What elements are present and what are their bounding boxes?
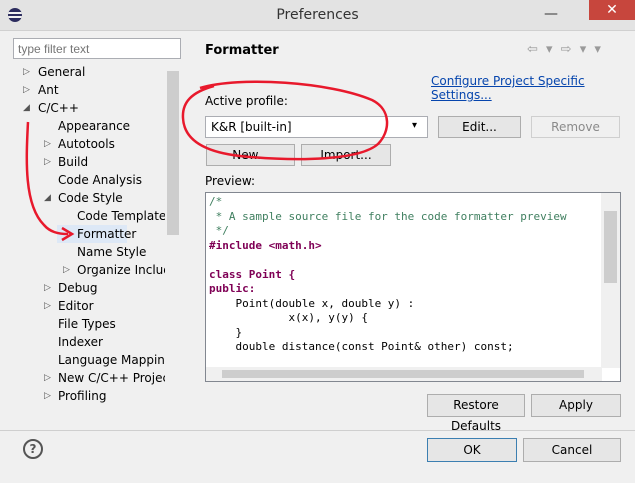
tree-item-ant[interactable]: Ant	[38, 81, 59, 99]
window-title: Preferences	[276, 7, 359, 23]
code-preview[interactable]: /* * A sample source file for the code f…	[205, 192, 621, 382]
expand-editor-icon[interactable]: ▷	[44, 297, 51, 315]
import-button[interactable]: Import...	[301, 144, 391, 166]
collapse-code-style-icon[interactable]: ◢	[44, 189, 51, 207]
tree-item-appearance[interactable]: Appearance	[58, 117, 130, 135]
expand-general-icon[interactable]: ▷	[23, 63, 30, 81]
tree-item-general[interactable]: General	[38, 63, 85, 81]
new-profile-button[interactable]: New...	[206, 144, 295, 166]
preview-vertical-scrollbar-thumb[interactable]	[604, 211, 617, 283]
tree-item-code-analysis[interactable]: Code Analysis	[58, 171, 142, 189]
tree-item-build[interactable]: Build	[58, 153, 88, 171]
help-icon[interactable]: ?	[23, 439, 43, 459]
tree-item-new-cpp-project[interactable]: New C/C++ Project	[58, 369, 174, 387]
active-profile-select[interactable]: K&R [built-in]	[205, 116, 428, 138]
active-profile-label: Active profile:	[205, 94, 288, 108]
tree-item-debug[interactable]: Debug	[58, 279, 97, 297]
edit-button[interactable]: Edit...	[438, 116, 521, 138]
cancel-button[interactable]: Cancel	[523, 438, 621, 462]
expand-new-project-icon[interactable]: ▷	[44, 369, 51, 387]
close-button[interactable]: ✕	[589, 0, 635, 20]
tree-item-autotools[interactable]: Autotools	[58, 135, 115, 153]
page-title: Formatter	[205, 43, 279, 58]
code-line: #include <math.h>	[209, 238, 322, 252]
code-line: /*	[209, 195, 223, 208]
tree-item-profiling[interactable]: Profiling	[58, 387, 107, 405]
configure-project-settings-link[interactable]: Configure Project Specific Settings...	[431, 74, 635, 102]
collapse-cpp-icon[interactable]: ◢	[23, 99, 30, 117]
expand-debug-icon[interactable]: ▷	[44, 279, 51, 297]
code-line: public:	[209, 282, 256, 295]
chevron-down-icon[interactable]: ▾	[412, 120, 417, 131]
tree-item-language-mappings[interactable]: Language Mappings	[58, 351, 179, 369]
tree-scrollbar-thumb[interactable]	[167, 71, 179, 235]
code-line: Point(double x, double y) :	[209, 296, 415, 310]
code-line: class Point {	[209, 267, 296, 281]
code-line: x(x), y(y) {	[209, 311, 368, 324]
tree-item-indexer[interactable]: Indexer	[58, 333, 103, 351]
ok-button[interactable]: OK	[427, 438, 517, 462]
preview-label: Preview:	[205, 174, 256, 188]
expand-build-icon[interactable]: ▷	[44, 153, 51, 171]
expand-organize-includes-icon[interactable]: ▷	[63, 261, 70, 279]
tree-item-cpp[interactable]: C/C++	[38, 99, 79, 117]
code-line: * A sample source file for the code form…	[209, 209, 567, 223]
restore-defaults-button[interactable]: Restore Defaults	[427, 394, 525, 433]
tree-item-code-templates[interactable]: Code Templates	[77, 207, 173, 225]
apply-button[interactable]: Apply	[531, 394, 621, 417]
filter-input[interactable]	[13, 38, 181, 59]
minimize-button[interactable]: —	[541, 7, 561, 21]
expand-profiling-icon[interactable]: ▷	[44, 387, 51, 405]
remove-button[interactable]: Remove	[531, 116, 620, 138]
code-line: */	[209, 224, 229, 237]
code-line: double distance(const Point& other) cons…	[209, 340, 514, 353]
tree-item-formatter[interactable]: Formatter	[77, 225, 136, 243]
footer-divider	[0, 430, 635, 431]
expand-autotools-icon[interactable]: ▷	[44, 135, 51, 153]
expand-ant-icon[interactable]: ▷	[23, 81, 30, 99]
tree-item-code-style[interactable]: Code Style	[58, 189, 123, 207]
history-nav-icons[interactable]: ⇦ ▾ ⇨ ▾ ▾	[527, 42, 603, 57]
preferences-tree: ▷ General ▷ Ant ◢ C/C++ Appearance ▷ Aut…	[13, 63, 181, 425]
tree-item-name-style[interactable]: Name Style	[77, 243, 146, 261]
code-line: }	[209, 325, 243, 339]
tree-item-file-types[interactable]: File Types	[58, 315, 116, 333]
tree-item-editor[interactable]: Editor	[58, 297, 94, 315]
preview-horizontal-scrollbar-thumb[interactable]	[222, 370, 584, 378]
